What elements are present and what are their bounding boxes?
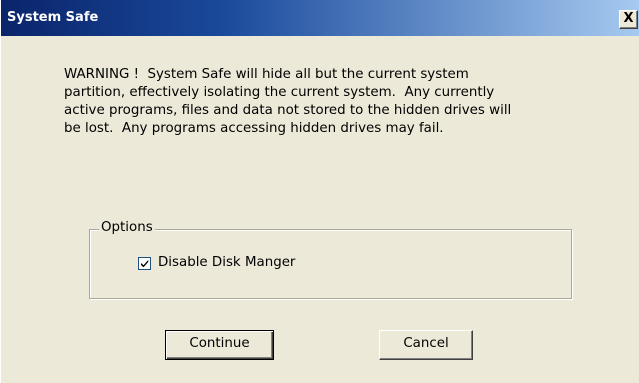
- close-icon: X: [623, 11, 634, 26]
- checkmark-icon: [141, 259, 149, 267]
- cancel-button[interactable]: Cancel: [379, 330, 473, 360]
- disable-disk-manager-label: Disable Disk Manger: [158, 255, 296, 270]
- continue-button[interactable]: Continue: [165, 330, 274, 360]
- system-safe-dialog: System Safe X WARNING ! System Safe will…: [0, 0, 639, 383]
- window-title: System Safe: [7, 10, 99, 25]
- disable-disk-manager-option[interactable]: Disable Disk Manger: [138, 255, 295, 271]
- title-bar[interactable]: System Safe X: [1, 0, 639, 36]
- warning-message: WARNING ! System Safe will hide all but …: [64, 67, 512, 136]
- disable-disk-manager-checkbox[interactable]: [138, 256, 151, 270]
- close-button[interactable]: X: [619, 10, 638, 29]
- options-group-label: Options: [99, 219, 155, 237]
